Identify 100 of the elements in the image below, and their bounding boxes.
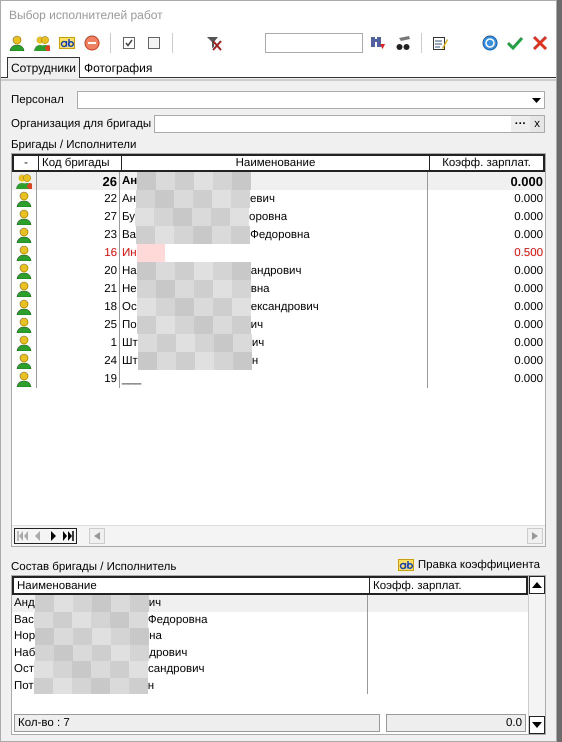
column-header[interactable]: Коэфф. зарплат. bbox=[370, 578, 526, 594]
table-row[interactable]: 22 Ан евич 0.000 bbox=[12, 190, 545, 208]
table-cell: 16 bbox=[37, 244, 120, 262]
people-icon[interactable] bbox=[34, 34, 50, 51]
field-label: Организация для бригады bbox=[11, 118, 152, 130]
column-header[interactable]: - bbox=[14, 156, 39, 170]
table-row[interactable]: 21 Не вна 0.000 bbox=[12, 280, 545, 298]
clear-button[interactable]: x bbox=[530, 116, 544, 132]
table-row[interactable]: 20 На андрович 0.000 bbox=[12, 262, 545, 280]
close-icon[interactable] bbox=[532, 34, 548, 51]
help-icon[interactable] bbox=[482, 34, 498, 51]
field-label: Персонал bbox=[11, 94, 65, 106]
clear-filter-icon[interactable] bbox=[206, 34, 222, 51]
table-row[interactable]: 1 Шт ич 0.000 bbox=[12, 334, 545, 352]
table-cell: евич bbox=[250, 193, 275, 206]
table-row[interactable]: Наб дрович bbox=[12, 644, 528, 662]
table-cell-text: 0.000 bbox=[513, 228, 544, 244]
table-row[interactable]: Вас Федоровна bbox=[12, 612, 528, 628]
table-cell: Ан bbox=[122, 193, 136, 206]
table-cell-text: 0.000 bbox=[513, 372, 544, 388]
count-field: Кол-во : 7 bbox=[14, 714, 380, 732]
table-row[interactable]: Анд ич bbox=[12, 595, 528, 612]
table-cell: Ан bbox=[122, 175, 138, 188]
table-cell: 27 bbox=[37, 208, 120, 226]
table-cell: 20 bbox=[37, 262, 120, 280]
table-cell: По bbox=[122, 319, 137, 332]
table-cell: 25 bbox=[37, 316, 120, 334]
table-row[interactable]: 19 ___ 0.000 bbox=[12, 370, 545, 388]
section-title: Бригады / Исполнители bbox=[11, 139, 138, 152]
input-field[interactable]: ··· x bbox=[154, 115, 545, 134]
scroll-up-icon[interactable] bbox=[532, 582, 542, 588]
table-row[interactable]: 24 Шт н 0.000 bbox=[12, 352, 545, 370]
last-record-icon[interactable] bbox=[62, 530, 74, 542]
checked-box-icon[interactable] bbox=[121, 34, 137, 51]
table-cell-text: 0.500 bbox=[513, 246, 544, 262]
check-icon[interactable] bbox=[507, 34, 523, 51]
people-icon bbox=[16, 173, 32, 190]
person-icon bbox=[16, 263, 32, 280]
person-icon bbox=[16, 317, 32, 334]
table-cell: ександрович bbox=[250, 301, 319, 314]
notepad-edit-icon[interactable] bbox=[432, 34, 448, 51]
table-row[interactable]: 18 Ос ександрович 0.000 bbox=[12, 298, 545, 316]
column-header[interactable]: Код бригады bbox=[39, 156, 122, 170]
dropdown-arrow-icon[interactable] bbox=[532, 98, 540, 103]
table-row[interactable]: Нор на bbox=[12, 628, 528, 645]
table-cell: Анд bbox=[14, 597, 35, 610]
browse-button[interactable]: ··· bbox=[510, 116, 530, 132]
text-edit-icon[interactable] bbox=[59, 34, 75, 51]
table-cell: Федоровна bbox=[250, 229, 310, 242]
edit-coefficient-button[interactable]: Правка коэффициента bbox=[398, 557, 546, 574]
table-cell-text: 0.000 bbox=[513, 300, 544, 316]
table-cell: 19 bbox=[37, 370, 120, 388]
column-header[interactable]: Наименование bbox=[14, 578, 370, 594]
table-cell-text: 0.000 bbox=[513, 318, 544, 334]
total-field: 0.0 bbox=[386, 714, 526, 732]
table-cell: 22 bbox=[37, 190, 120, 208]
table-cell: на bbox=[149, 630, 162, 642]
table-cell: Ост bbox=[14, 663, 34, 676]
tab[interactable]: Сотрудники bbox=[7, 57, 80, 78]
empty-box-icon[interactable] bbox=[146, 34, 162, 51]
table-cell: ___ bbox=[122, 373, 142, 386]
table-cell-text: 0.000 bbox=[513, 282, 544, 298]
person-icon bbox=[16, 371, 32, 388]
table-cell: 24 bbox=[37, 352, 120, 370]
person-icon bbox=[16, 227, 32, 244]
table-row[interactable]: 23 Ва Федоровна 0.000 bbox=[12, 226, 545, 244]
text-edit-icon bbox=[398, 557, 414, 574]
remove-icon[interactable] bbox=[84, 34, 100, 51]
person-icon bbox=[16, 353, 32, 370]
column-header[interactable]: Коэфф. зарплат. bbox=[430, 156, 543, 170]
person-icon bbox=[16, 245, 32, 262]
table-cell-text: 0.000 bbox=[513, 264, 544, 280]
table-cell: 21 bbox=[37, 280, 120, 298]
table-cell: 26 bbox=[37, 172, 120, 190]
table-row[interactable]: Пот н bbox=[12, 678, 528, 694]
table-cell: Федоровна bbox=[148, 614, 208, 626]
table-row[interactable]: 25 По ич 0.000 bbox=[12, 316, 545, 334]
table-cell-text: 0.000 bbox=[509, 172, 544, 190]
table-cell: ич bbox=[250, 319, 264, 332]
person-icon bbox=[16, 335, 32, 352]
person-icon[interactable] bbox=[9, 34, 25, 51]
scroll-down-icon[interactable] bbox=[532, 722, 542, 728]
table-row[interactable]: 27 Бу оровна 0.000 bbox=[12, 208, 545, 226]
table-cell: Не bbox=[122, 283, 137, 296]
person-icon bbox=[16, 209, 32, 226]
column-header[interactable]: Наименование bbox=[122, 156, 430, 170]
table-cell-text: 0.000 bbox=[513, 210, 544, 226]
table-cell: оровна bbox=[249, 211, 288, 224]
table-cell: ич bbox=[148, 597, 162, 610]
table-cell: 18 bbox=[37, 298, 120, 316]
dropdown-field[interactable] bbox=[77, 91, 545, 110]
table-row[interactable]: 26 Ан 0.000 bbox=[12, 172, 545, 190]
table-cell: вна bbox=[250, 283, 270, 296]
tab[interactable]: Фотография bbox=[80, 57, 156, 78]
table-cell: 23 bbox=[37, 226, 120, 244]
table-cell: Пот bbox=[14, 680, 34, 692]
table-cell: дрович bbox=[149, 646, 188, 659]
table-row[interactable]: Ост сандрович bbox=[12, 661, 528, 678]
table-cell: н bbox=[252, 355, 258, 368]
search-field[interactable] bbox=[265, 32, 363, 53]
